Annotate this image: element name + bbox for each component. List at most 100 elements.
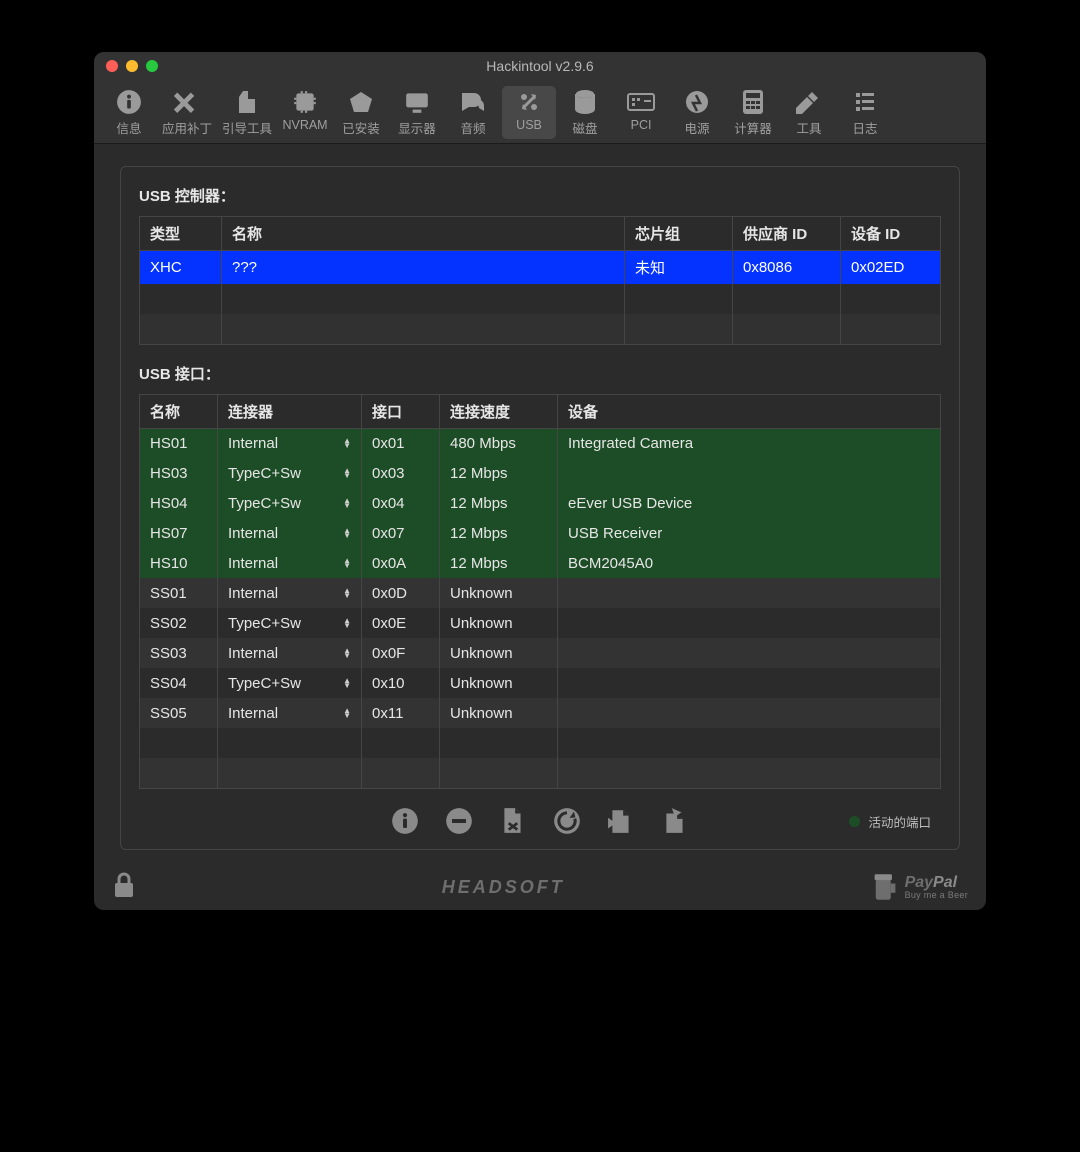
toolbar-tab-音频[interactable]: 音频 — [446, 86, 500, 139]
stepper-icon[interactable]: ▲▼ — [343, 588, 351, 598]
port-row[interactable]: SS02TypeC+Sw▲▼0x0EUnknown — [140, 608, 941, 638]
port-row[interactable]: HS07Internal▲▼0x0712 MbpsUSB Receiver — [140, 518, 941, 548]
toolbar-tab-电源[interactable]: 电源 — [670, 86, 724, 139]
toolbar-icon — [403, 88, 431, 116]
toolbar-label: 应用补丁 — [162, 118, 212, 137]
cell-speed: Unknown — [440, 698, 558, 728]
export-button[interactable] — [659, 805, 691, 837]
toolbar-icon — [627, 88, 655, 116]
cell-connector[interactable]: TypeC+Sw▲▼ — [218, 608, 362, 638]
col-device[interactable]: 设备 — [558, 394, 941, 428]
cell-speed: 12 Mbps — [440, 518, 558, 548]
toolbar-tab-引导工具[interactable]: 引导工具 — [218, 86, 276, 139]
remove-button[interactable] — [443, 805, 475, 837]
cell-device — [558, 698, 941, 728]
toolbar-label: USB — [516, 118, 542, 132]
toolbar-icon — [851, 88, 879, 116]
cell-connector[interactable]: Internal▲▼ — [218, 428, 362, 458]
toolbar-label: 电源 — [685, 118, 710, 137]
port-row[interactable]: SS01Internal▲▼0x0DUnknown — [140, 578, 941, 608]
stepper-icon[interactable]: ▲▼ — [343, 558, 351, 568]
col-vendor-id[interactable]: 供应商 ID — [733, 217, 841, 251]
lock-button[interactable] — [112, 872, 136, 903]
toolbar-tab-nvram[interactable]: NVRAM — [278, 86, 332, 139]
port-row[interactable]: HS01Internal▲▼0x01480 MbpsIntegrated Cam… — [140, 428, 941, 458]
col-type[interactable]: 类型 — [140, 217, 222, 251]
brand-text: HEADSOFT — [136, 877, 871, 898]
toolbar-label: 日志 — [853, 118, 878, 137]
cell-connector[interactable]: Internal▲▼ — [218, 698, 362, 728]
port-row[interactable]: HS10Internal▲▼0x0A12 MbpsBCM2045A0 — [140, 548, 941, 578]
cell-device — [558, 578, 941, 608]
legend-label: 活动的端口 — [868, 812, 931, 831]
controllers-header-row: 类型 名称 芯片组 供应商 ID 设备 ID — [140, 217, 941, 251]
stepper-icon[interactable]: ▲▼ — [343, 498, 351, 508]
zoom-window-button[interactable] — [146, 60, 158, 72]
info-button[interactable] — [389, 805, 421, 837]
port-row[interactable]: SS04TypeC+Sw▲▼0x10Unknown — [140, 668, 941, 698]
cell-name: ??? — [222, 251, 625, 285]
cell-connector[interactable]: TypeC+Sw▲▼ — [218, 488, 362, 518]
col-port[interactable]: 接口 — [362, 394, 440, 428]
window-title: Hackintool v2.9.6 — [94, 58, 986, 74]
stepper-icon[interactable]: ▲▼ — [343, 468, 351, 478]
cell-connector[interactable]: Internal▲▼ — [218, 578, 362, 608]
col-device-id[interactable]: 设备 ID — [841, 217, 941, 251]
toolbar-icon — [683, 88, 711, 116]
delete-document-button[interactable] — [497, 805, 529, 837]
cell-port-name: SS04 — [140, 668, 218, 698]
stepper-icon[interactable]: ▲▼ — [343, 528, 351, 538]
toolbar-tab-pci[interactable]: PCI — [614, 86, 668, 139]
cell-port: 0x11 — [362, 698, 440, 728]
stepper-icon[interactable]: ▲▼ — [343, 438, 351, 448]
cell-port-name: SS01 — [140, 578, 218, 608]
toolbar-tab-工具[interactable]: 工具 — [782, 86, 836, 139]
port-row[interactable]: SS03Internal▲▼0x0FUnknown — [140, 638, 941, 668]
col-name[interactable]: 名称 — [222, 217, 625, 251]
toolbar-icon — [291, 88, 319, 116]
toolbar-tab-应用补丁[interactable]: 应用补丁 — [158, 86, 216, 139]
window-controls — [94, 60, 158, 72]
toolbar-tab-usb[interactable]: USB — [502, 86, 556, 139]
cell-port-name: SS05 — [140, 698, 218, 728]
cell-vendor-id: 0x8086 — [733, 251, 841, 285]
stepper-icon[interactable]: ▲▼ — [343, 678, 351, 688]
toolbar-label: NVRAM — [282, 118, 327, 132]
beer-icon — [871, 872, 899, 902]
cell-connector[interactable]: Internal▲▼ — [218, 638, 362, 668]
cell-connector[interactable]: TypeC+Sw▲▼ — [218, 458, 362, 488]
cell-port: 0x03 — [362, 458, 440, 488]
port-row[interactable]: HS03TypeC+Sw▲▼0x0312 Mbps — [140, 458, 941, 488]
cell-connector[interactable]: TypeC+Sw▲▼ — [218, 668, 362, 698]
cell-connector[interactable]: Internal▲▼ — [218, 518, 362, 548]
import-button[interactable] — [605, 805, 637, 837]
cell-port-name: SS02 — [140, 608, 218, 638]
col-chipset[interactable]: 芯片组 — [625, 217, 733, 251]
toolbar-tab-磁盘[interactable]: 磁盘 — [558, 86, 612, 139]
col-speed[interactable]: 连接速度 — [440, 394, 558, 428]
toolbar-tab-信息[interactable]: 信息 — [102, 86, 156, 139]
cell-device: USB Receiver — [558, 518, 941, 548]
toolbar-tab-日志[interactable]: 日志 — [838, 86, 892, 139]
port-row[interactable]: HS04TypeC+Sw▲▼0x0412 MbpseEver USB Devic… — [140, 488, 941, 518]
controller-row[interactable]: XHC???未知0x80860x02ED — [140, 251, 941, 285]
toolbar-tab-计算器[interactable]: 计算器 — [726, 86, 780, 139]
toolbar-tab-已安装[interactable]: 已安装 — [334, 86, 388, 139]
minimize-window-button[interactable] — [126, 60, 138, 72]
toolbar-tab-显示器[interactable]: 显示器 — [390, 86, 444, 139]
col-port-name[interactable]: 名称 — [140, 394, 218, 428]
cell-port: 0x01 — [362, 428, 440, 458]
cell-connector[interactable]: Internal▲▼ — [218, 548, 362, 578]
usb-panel: USB 控制器： 类型 名称 芯片组 供应商 ID 设备 ID XHC???未知… — [120, 166, 960, 850]
refresh-button[interactable] — [551, 805, 583, 837]
close-window-button[interactable] — [106, 60, 118, 72]
stepper-icon[interactable]: ▲▼ — [343, 708, 351, 718]
toolbar-label: 计算器 — [734, 118, 772, 137]
toolbar-icon — [515, 88, 543, 116]
col-connector[interactable]: 连接器 — [218, 394, 362, 428]
cell-device — [558, 668, 941, 698]
stepper-icon[interactable]: ▲▼ — [343, 618, 351, 628]
port-row[interactable]: SS05Internal▲▼0x11Unknown — [140, 698, 941, 728]
paypal-button[interactable]: PayPal Buy me a Beer — [871, 872, 968, 902]
stepper-icon[interactable]: ▲▼ — [343, 648, 351, 658]
